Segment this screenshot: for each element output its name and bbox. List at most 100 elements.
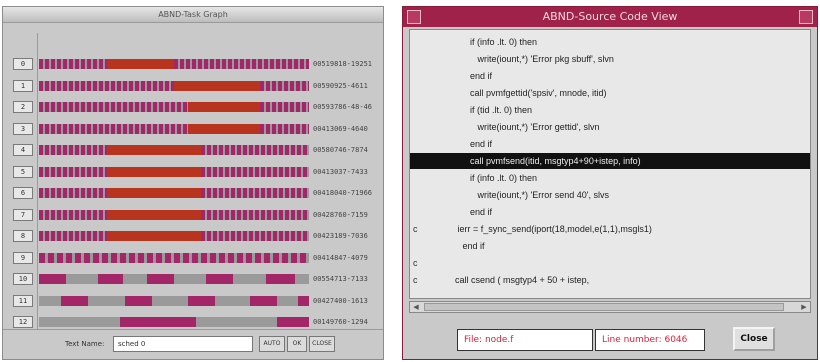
task-row-bar[interactable] xyxy=(39,188,309,198)
source-code-title: ABND-Source Code View xyxy=(542,10,678,23)
task-row-bar[interactable] xyxy=(39,231,309,241)
task-graph-window: ABND-Task Graph 0 00519818-19251 1 00590925… xyxy=(2,6,384,360)
code-line[interactable]: write(iount,*) 'Error send 40', slvs xyxy=(410,187,810,203)
code-line-selected[interactable]: call pvmfsend(itid, msgtyp4+90+istep, in… xyxy=(410,153,810,169)
task-row-tick-label: 00590925-4611 xyxy=(313,81,368,90)
task-row-id[interactable]: 11 xyxy=(13,294,33,307)
code-line[interactable]: c call csend ( msgtyp4 + 50 + istep, xyxy=(410,272,810,288)
task-state-segment xyxy=(39,209,107,220)
task-row-id[interactable]: 7 xyxy=(13,208,33,221)
task-row-bar[interactable] xyxy=(39,166,309,177)
code-line[interactable]: if (info .lt. 0) then xyxy=(410,34,810,50)
code-line[interactable]: if (info .lt. 0) then xyxy=(410,170,810,186)
task-state-segment xyxy=(187,123,261,134)
line-number-field: Line number: 6046 xyxy=(595,329,705,351)
task-state-segment xyxy=(187,102,261,112)
code-text: call csend ( msgtyp4 + 50 + istep, xyxy=(410,275,590,285)
task-state-segment xyxy=(106,166,201,177)
task-row-bar[interactable] xyxy=(39,317,309,327)
task-row-bar[interactable] xyxy=(39,295,309,306)
code-text: if (tid .lt. 0) then xyxy=(410,105,533,115)
task-state-segment xyxy=(147,274,174,284)
code-margin-marker: c xyxy=(413,224,418,234)
task-state-segment xyxy=(201,231,309,241)
task-state-segment xyxy=(260,80,309,91)
text-name-input[interactable]: sched 0 xyxy=(113,336,253,352)
code-text: write(iount,*) 'Error pkg sbuff', slvn xyxy=(410,54,614,64)
task-state-segment xyxy=(98,274,123,284)
task-state-segment xyxy=(106,209,201,220)
task-row-id[interactable]: 2 xyxy=(13,101,33,113)
task-state-segment xyxy=(106,188,201,198)
task-row-id[interactable]: 9 xyxy=(13,251,33,264)
code-line[interactable]: end if xyxy=(410,204,810,220)
close-graph-button[interactable]: CLOSE xyxy=(309,336,335,352)
code-line[interactable]: call pvmfgettid('spsiv', mnode, itid) xyxy=(410,85,810,101)
task-row-id[interactable]: 8 xyxy=(13,230,33,242)
close-button[interactable]: Close xyxy=(733,327,775,351)
code-line[interactable]: if (tid .lt. 0) then xyxy=(410,102,810,118)
ok-button[interactable]: OK xyxy=(287,336,307,352)
task-state-segment xyxy=(201,145,309,155)
code-line[interactable]: write(iount,*) 'Error pkg sbuff', slvn xyxy=(410,51,810,67)
code-text: end if xyxy=(410,71,493,81)
task-state-segment xyxy=(60,295,88,306)
task-row-id[interactable]: 12 xyxy=(13,316,33,328)
task-state-segment xyxy=(39,252,309,263)
task-row-bar[interactable] xyxy=(39,59,309,69)
source-code-window: ABND-Source Code View if (info .lt. 0) t… xyxy=(402,6,818,360)
task-graph-canvas[interactable]: 0 00519818-19251 1 00590925-4611 2 00593786-4… xyxy=(13,33,375,335)
code-text: end if xyxy=(410,139,493,149)
code-text: write(iount,*) 'Error gettid', slvn xyxy=(410,122,600,132)
code-line[interactable]: c ierr = f_sync_send(iport(18,model,e(1,… xyxy=(410,221,810,237)
scroll-thumb[interactable] xyxy=(424,303,784,311)
task-state-segment xyxy=(39,188,107,198)
code-text: write(iount,*) 'Error send 40', slvs xyxy=(410,190,610,200)
task-graph-bottom-bar: Text Name: sched 0 AUTO OK CLOSE xyxy=(3,329,383,359)
task-row-bar[interactable] xyxy=(39,102,309,112)
code-line[interactable]: write(iount,*) 'Error gettid', slvn xyxy=(410,119,810,135)
auto-button[interactable]: AUTO xyxy=(259,336,285,352)
code-line[interactable]: c xyxy=(410,255,810,271)
task-graph-titlebar: ABND-Task Graph xyxy=(3,7,383,23)
task-state-segment xyxy=(201,188,309,198)
task-state-segment xyxy=(39,145,107,155)
task-row-bar[interactable] xyxy=(39,80,309,91)
task-state-segment xyxy=(106,231,201,241)
task-state-segment xyxy=(39,123,188,134)
task-state-segment xyxy=(39,274,66,284)
task-row-tick-label: 00519818-19251 xyxy=(313,60,373,68)
task-row-id[interactable]: 1 xyxy=(13,79,33,92)
code-line[interactable]: end if xyxy=(410,136,810,152)
task-row-bar[interactable] xyxy=(39,123,309,134)
task-row-id[interactable]: 6 xyxy=(13,187,33,199)
task-row-tick-label: 00593786-48-46 xyxy=(313,103,373,111)
task-row-bar[interactable] xyxy=(39,209,309,220)
task-state-segment xyxy=(125,295,153,306)
code-text: end if xyxy=(410,207,493,217)
code-line[interactable]: end if xyxy=(410,238,810,254)
code-margin-marker: c xyxy=(413,275,418,285)
code-listing[interactable]: if (info .lt. 0) then write(iount,*) 'Er… xyxy=(409,29,811,299)
task-row-id[interactable]: 3 xyxy=(13,122,33,135)
task-state-segment xyxy=(260,123,309,134)
task-row-id[interactable]: 5 xyxy=(13,165,33,178)
task-row-bar[interactable] xyxy=(39,145,309,155)
code-line[interactable]: end if xyxy=(410,68,810,84)
scroll-left-icon[interactable]: ◀ xyxy=(410,302,422,312)
window-menu-icon[interactable] xyxy=(407,10,421,24)
task-row-bar[interactable] xyxy=(39,274,309,284)
task-row-id[interactable]: 10 xyxy=(13,273,33,285)
maximize-icon[interactable] xyxy=(799,10,813,24)
task-row-id[interactable]: 0 xyxy=(13,58,33,70)
task-state-segment xyxy=(39,102,188,112)
task-state-segment xyxy=(201,166,309,177)
task-state-segment xyxy=(39,80,174,91)
horizontal-scrollbar[interactable]: ◀ ▶ xyxy=(409,301,811,313)
task-row-id[interactable]: 4 xyxy=(13,144,33,156)
task-row-tick-label: 00427400-1613 xyxy=(313,296,368,305)
task-state-segment xyxy=(276,317,309,327)
task-row-bar[interactable] xyxy=(39,252,309,263)
task-state-segment xyxy=(201,209,309,220)
scroll-right-icon[interactable]: ▶ xyxy=(798,302,810,312)
